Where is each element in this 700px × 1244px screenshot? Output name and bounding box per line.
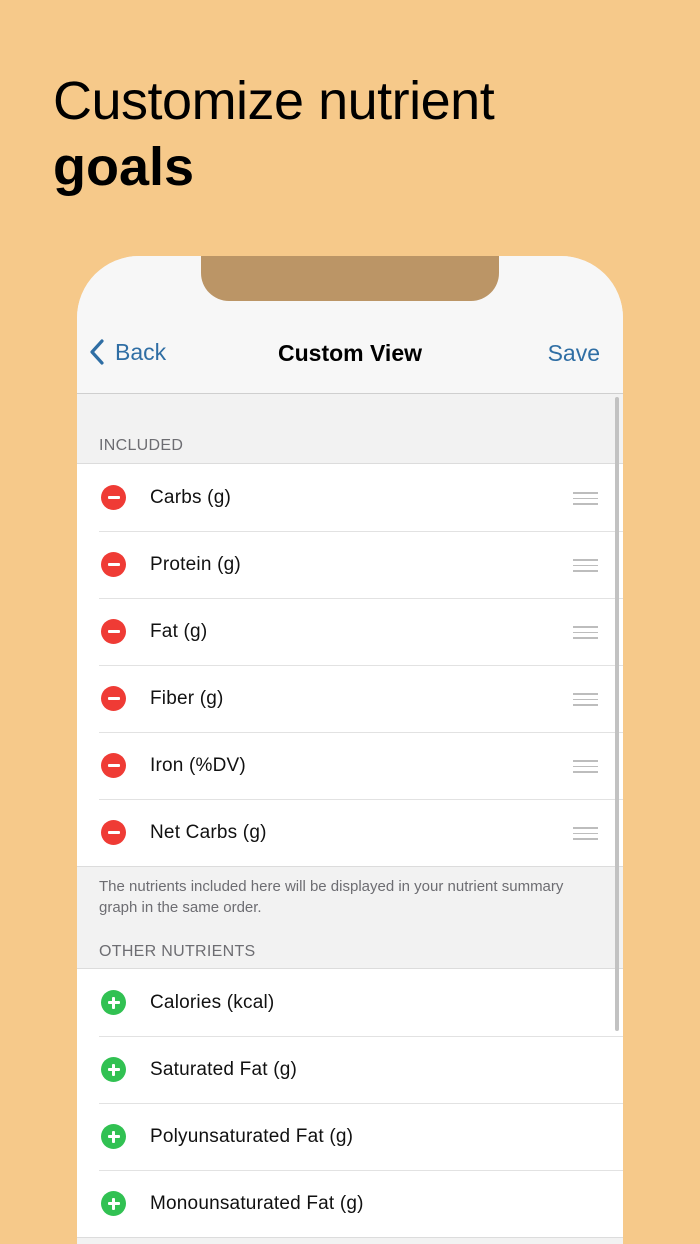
list-item-label: Polyunsaturated Fat (g): [150, 1125, 354, 1147]
plus-circle-icon[interactable]: [101, 1124, 126, 1149]
section-header-other-nutrients: OTHER NUTRIENTS: [99, 943, 256, 960]
device-notch: [201, 256, 499, 301]
minus-circle-icon[interactable]: [101, 686, 126, 711]
reorder-grip-icon[interactable]: [573, 492, 598, 509]
phone-frame: Back Custom View Save INCLUDED Carbs (g)…: [77, 256, 623, 1244]
list-item[interactable]: Saturated Fat (g): [77, 1036, 623, 1103]
reorder-grip-icon[interactable]: [573, 827, 598, 844]
list-item[interactable]: Net Carbs (g): [77, 799, 623, 866]
save-button[interactable]: Save: [548, 340, 600, 367]
minus-circle-icon[interactable]: [101, 820, 126, 845]
list-item[interactable]: Fiber (g): [77, 665, 623, 732]
list-item-label: Monounsaturated Fat (g): [150, 1192, 364, 1214]
list-item[interactable]: Fat (g): [77, 598, 623, 665]
included-list: Carbs (g) Protein (g) Fat (g) Fiber (g): [77, 463, 623, 867]
reorder-grip-icon[interactable]: [573, 760, 598, 777]
list-item-label: Iron (%DV): [150, 754, 246, 776]
plus-circle-icon[interactable]: [101, 1191, 126, 1216]
list-item-label: Calories (kcal): [150, 991, 275, 1013]
other-nutrients-list: Calories (kcal) Saturated Fat (g) Polyun…: [77, 968, 623, 1238]
scrollbar[interactable]: [615, 397, 619, 1031]
list-item-label: Saturated Fat (g): [150, 1058, 298, 1080]
list-item-label: Carbs (g): [150, 486, 231, 508]
section-header-included: INCLUDED: [99, 437, 184, 454]
list-item[interactable]: Polyunsaturated Fat (g): [77, 1103, 623, 1170]
list-item[interactable]: Iron (%DV): [77, 732, 623, 799]
reorder-grip-icon[interactable]: [573, 626, 598, 643]
minus-circle-icon[interactable]: [101, 753, 126, 778]
headline: Customize nutrient goals: [53, 70, 495, 202]
included-footer-note: The nutrients included here will be disp…: [99, 878, 564, 916]
minus-circle-icon[interactable]: [101, 552, 126, 577]
minus-circle-icon[interactable]: [101, 619, 126, 644]
reorder-grip-icon[interactable]: [573, 559, 598, 576]
list-item[interactable]: Calories (kcal): [77, 969, 623, 1036]
list-item-label: Protein (g): [150, 553, 241, 575]
plus-circle-icon[interactable]: [101, 990, 126, 1015]
custom-view-list[interactable]: INCLUDED Carbs (g) Protein (g) Fat (g) F…: [77, 395, 623, 1238]
headline-line-2: goals: [53, 137, 195, 197]
list-item-label: Net Carbs (g): [150, 821, 267, 843]
page-title: Custom View: [278, 340, 422, 366]
list-item[interactable]: Monounsaturated Fat (g): [77, 1170, 623, 1237]
headline-line-1: Customize nutrient: [53, 71, 495, 131]
plus-circle-icon[interactable]: [101, 1057, 126, 1082]
list-item[interactable]: Protein (g): [77, 531, 623, 598]
list-item-label: Fiber (g): [150, 687, 224, 709]
reorder-grip-icon[interactable]: [573, 693, 598, 710]
list-item[interactable]: Carbs (g): [77, 464, 623, 531]
list-item-label: Fat (g): [150, 620, 208, 642]
minus-circle-icon[interactable]: [101, 485, 126, 510]
